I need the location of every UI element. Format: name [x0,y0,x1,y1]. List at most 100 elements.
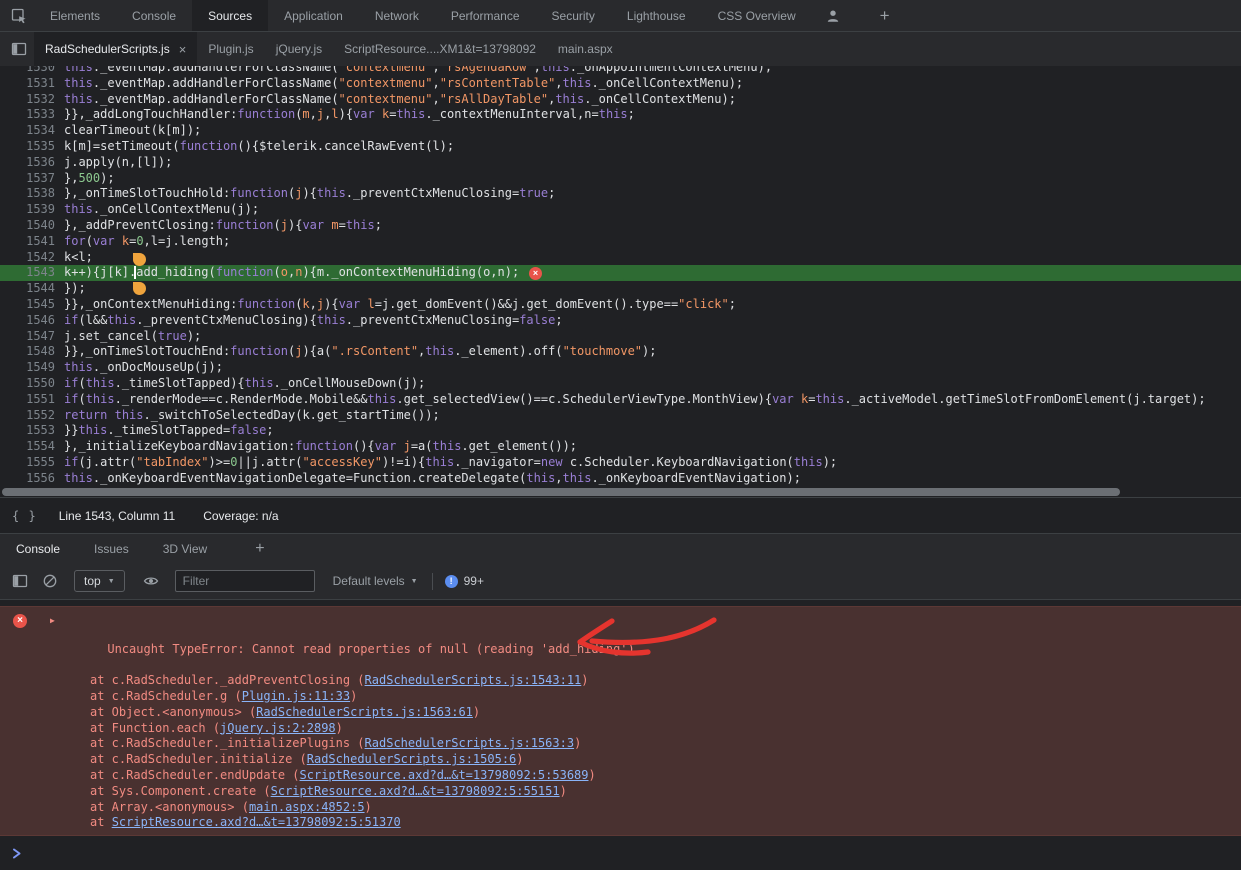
scrollbar-thumb[interactable] [2,488,1120,496]
line-number[interactable]: 1533 [0,107,60,123]
stack-link[interactable]: RadSchedulerScripts.js:1563:3 [365,736,575,750]
stack-link[interactable]: jQuery.js:2:2898 [220,721,336,735]
code-line[interactable]: 1553}}this._timeSlotTapped=false; [0,423,1241,439]
code-line[interactable]: 1549this._onDocMouseUp(j); [0,360,1241,376]
line-number[interactable]: 1553 [0,423,60,439]
code-line[interactable]: 1542k<l; [0,250,1241,266]
line-number[interactable]: 1549 [0,360,60,376]
line-number[interactable]: 1542 [0,250,60,266]
line-number[interactable]: 1540 [0,218,60,234]
stack-link[interactable]: RadSchedulerScripts.js:1543:11 [365,673,582,687]
code-line[interactable]: 1543k++){j[k].add_hiding(function(o,n){m… [0,265,1241,281]
navigator-toggle-icon[interactable] [4,32,34,66]
code-line[interactable]: 1541for(var k=0,l=j.length; [0,234,1241,250]
default-levels-dropdown[interactable]: Default levels ▼ [333,574,418,588]
code-line[interactable]: 1532this._eventMap.addHandlerForClassNam… [0,92,1241,108]
line-number[interactable]: 1543 [0,265,60,281]
line-number[interactable]: 1551 [0,392,60,408]
selection-handle[interactable] [133,253,146,266]
code-line[interactable]: 1547j.set_cancel(true); [0,329,1241,345]
line-number[interactable]: 1548 [0,344,60,360]
line-number[interactable]: 1555 [0,455,60,471]
code-line[interactable]: 1539this._onCellContextMenu(j); [0,202,1241,218]
line-number[interactable]: 1539 [0,202,60,218]
console-sidebar-icon[interactable] [8,569,32,593]
code-line[interactable]: 1550if(this._timeSlotTapped){this._onCel… [0,376,1241,392]
horizontal-scrollbar[interactable] [0,487,1241,497]
javascript-context-selector[interactable]: top ▼ [74,570,125,592]
tab-network[interactable]: Network [359,0,435,31]
clear-console-icon[interactable] [38,569,62,593]
stack-link[interactable]: main.aspx:4852:5 [249,800,365,814]
line-number[interactable]: 1544 [0,281,60,297]
line-number[interactable]: 1536 [0,155,60,171]
line-number[interactable]: 1541 [0,234,60,250]
inline-error-icon[interactable]: × [529,267,542,280]
add-panel-button[interactable]: + [870,0,900,31]
file-tab-jquery-js[interactable]: jQuery.js [265,32,333,66]
code-line[interactable]: 1530this._eventMap.addHandlerForClassNam… [0,66,1241,76]
stack-link[interactable]: RadSchedulerScripts.js:1563:61 [256,705,473,719]
line-number[interactable]: 1535 [0,139,60,155]
code-line[interactable]: 1531this._eventMap.addHandlerForClassNam… [0,76,1241,92]
live-expression-eye-icon[interactable] [139,569,163,593]
filter-input[interactable] [175,570,315,592]
file-tab-main-aspx[interactable]: main.aspx [547,32,624,66]
code-line[interactable]: 1534clearTimeout(k[m]); [0,123,1241,139]
expand-stack-icon[interactable]: ▶ [50,613,55,629]
file-tab-scriptresource-xm1-t-13798092[interactable]: ScriptResource....XM1&t=13798092 [333,32,547,66]
code-line[interactable]: 1545}},_onContextMenuHiding:function(k,j… [0,297,1241,313]
line-number[interactable]: 1530 [0,66,60,76]
code-line[interactable]: 1546if(l&&this._preventCtxMenuClosing){t… [0,313,1241,329]
close-icon[interactable]: × [179,43,187,56]
code-line[interactable]: 1533}},_addLongTouchHandler:function(m,j… [0,107,1241,123]
stack-link[interactable]: ScriptResource.axd?d…&t=13798092:5:51370 [112,815,401,829]
line-number[interactable]: 1552 [0,408,60,424]
tab-security[interactable]: Security [536,0,611,31]
person-icon[interactable] [818,0,848,31]
tab-lighthouse[interactable]: Lighthouse [611,0,702,31]
line-number[interactable]: 1531 [0,76,60,92]
code-line[interactable]: 1554},_initializeKeyboardNavigation:func… [0,439,1241,455]
tab-elements[interactable]: Elements [34,0,116,31]
tab-performance[interactable]: Performance [435,0,536,31]
line-number[interactable]: 1545 [0,297,60,313]
line-number[interactable]: 1537 [0,171,60,187]
code-line[interactable]: 1544}); [0,281,1241,297]
code-line[interactable]: 1551if(this._renderMode==c.RenderMode.Mo… [0,392,1241,408]
code-line[interactable]: 1555if(j.attr("tabIndex")>=0||j.attr("ac… [0,455,1241,471]
code-line[interactable]: 1537},500); [0,171,1241,187]
line-number[interactable]: 1546 [0,313,60,329]
drawer-tab-3d-view[interactable]: 3D View [151,534,219,563]
line-number[interactable]: 1554 [0,439,60,455]
line-number[interactable]: 1550 [0,376,60,392]
code-line[interactable]: 1552return this._switchToSelectedDay(k.g… [0,408,1241,424]
inspect-element-icon[interactable] [4,0,34,31]
selection-handle[interactable] [133,282,146,295]
file-tab-radschedulerscripts-js[interactable]: RadSchedulerScripts.js× [34,32,197,66]
line-number[interactable]: 1547 [0,329,60,345]
stack-link[interactable]: ScriptResource.axd?d…&t=13798092:5:55151 [271,784,560,798]
code-line[interactable]: 1536j.apply(n,[l]); [0,155,1241,171]
line-number[interactable]: 1556 [0,471,60,487]
file-tab-plugin-js[interactable]: Plugin.js [197,32,264,66]
tab-application[interactable]: Application [268,0,359,31]
code-line[interactable]: 1556this._onKeyboardEventNavigationDeleg… [0,471,1241,487]
stack-link[interactable]: ScriptResource.axd?d…&t=13798092:5:53689 [300,768,589,782]
line-number[interactable]: 1532 [0,92,60,108]
pretty-print-button[interactable]: { } [12,509,37,523]
line-number[interactable]: 1534 [0,123,60,139]
add-drawer-tab-button[interactable]: + [245,540,274,558]
source-editor[interactable]: 1530this._eventMap.addHandlerForClassNam… [0,66,1241,497]
stack-link[interactable]: RadSchedulerScripts.js:1505:6 [307,752,517,766]
code-line[interactable]: 1540},_addPreventClosing:function(j){var… [0,218,1241,234]
line-number[interactable]: 1538 [0,186,60,202]
drawer-tab-console[interactable]: Console [4,534,72,563]
tab-console[interactable]: Console [116,0,192,31]
code-line[interactable]: 1538},_onTimeSlotTouchHold:function(j){t… [0,186,1241,202]
console-prompt[interactable] [0,845,1241,861]
tab-sources[interactable]: Sources [192,0,268,31]
stack-link[interactable]: Plugin.js:11:33 [242,689,350,703]
tab-css-overview[interactable]: CSS Overview [702,0,812,31]
code-line[interactable]: 1535k[m]=setTimeout(function(){$telerik.… [0,139,1241,155]
